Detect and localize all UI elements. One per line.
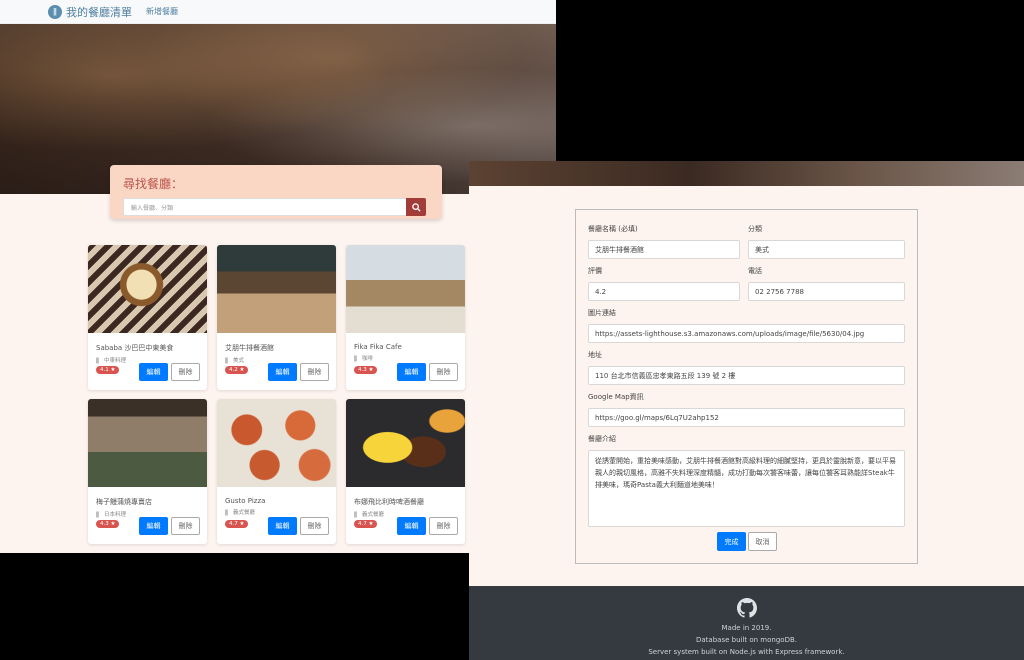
- search-panel: 尋找餐廳： 輸入餐廳、分類: [110, 165, 442, 219]
- restaurant-category: 咖啡: [361, 356, 373, 362]
- utensils-icon: ǁ: [354, 354, 357, 362]
- restaurant-grid: Sababa 沙巴巴中東美食 ǁ 中東料理 4.1 ★ 編輯 刪除 艾朋牛排餐酒館…: [88, 245, 465, 544]
- brand-link[interactable]: 我的餐廳清單: [66, 4, 132, 20]
- utensils-icon: ǁ: [96, 356, 99, 364]
- rating-input[interactable]: 4.2: [588, 282, 740, 301]
- restaurant-card[interactable]: 梅子鰻蒲燒專賣店 ǁ 日本料理 4.3 ★ 編輯 刪除: [88, 399, 207, 544]
- restaurant-name: Sababa 沙巴巴中東美食: [96, 344, 174, 352]
- edit-button[interactable]: 編輯: [268, 517, 297, 535]
- phone-label: 電話: [748, 267, 762, 275]
- restaurant-category: 義式餐廳: [232, 510, 255, 516]
- delete-button[interactable]: 刪除: [171, 363, 200, 381]
- category-label: 分類: [748, 225, 762, 233]
- footer-server: Server system built on Node.js with Expr…: [648, 648, 845, 656]
- delete-button[interactable]: 刪除: [300, 517, 329, 535]
- rating-badge: 4.7 ★: [225, 520, 249, 528]
- delete-button[interactable]: 刪除: [429, 363, 458, 381]
- restaurant-card[interactable]: 布娜飛比利時啤酒餐廳 ǁ 義式餐廳 4.7 ★ 編輯 刪除: [346, 399, 465, 544]
- image-url-label: 圖片連結: [588, 309, 616, 317]
- restaurant-category: 日本料理: [103, 512, 126, 518]
- submit-button[interactable]: 完成: [717, 532, 746, 551]
- category-input[interactable]: 美式: [748, 240, 905, 259]
- address-input[interactable]: 110 台北市信義區忠孝東路五段 139 號 2 樓: [588, 366, 905, 385]
- edit-button[interactable]: 編輯: [397, 363, 426, 381]
- restaurant-image[interactable]: [88, 399, 207, 487]
- footer-database: Database built on mongoDB.: [696, 636, 797, 644]
- name-input[interactable]: 艾朋牛排餐酒館: [588, 240, 740, 259]
- description-label: 餐廳介紹: [588, 435, 616, 443]
- utensils-icon: ǁ: [354, 510, 357, 518]
- restaurant-image[interactable]: [88, 245, 207, 333]
- restaurant-category: 美式: [232, 358, 244, 364]
- hero-banner-strip: [469, 161, 1024, 186]
- fork-knife-logo-icon[interactable]: ǁ: [48, 4, 62, 19]
- rating-badge: 4.1 ★: [96, 366, 120, 374]
- phone-input[interactable]: 02 2756 7788: [748, 282, 905, 301]
- google-map-label: Google Map資訊: [588, 393, 644, 401]
- github-icon[interactable]: [736, 598, 757, 618]
- description-textarea[interactable]: 從誘葷開始，重拾美味感動，艾朋牛排餐酒館對高級料理的細膩堅持，更具於靈脫新意，要…: [588, 450, 905, 527]
- rating-badge: 4.7 ★: [354, 520, 378, 528]
- address-label: 地址: [588, 351, 602, 359]
- delete-button[interactable]: 刪除: [429, 517, 458, 535]
- restaurant-name: 布娜飛比利時啤酒餐廳: [354, 498, 424, 506]
- new-restaurant-link[interactable]: 新增餐廳: [146, 6, 178, 17]
- rating-label: 評價: [588, 267, 602, 275]
- restaurant-name: Gusto Pizza: [225, 497, 266, 505]
- restaurant-image[interactable]: [346, 245, 465, 333]
- utensils-icon: ǁ: [225, 356, 228, 364]
- restaurant-image[interactable]: [217, 245, 336, 333]
- name-label: 餐廳名稱 (必填): [588, 225, 638, 233]
- delete-button[interactable]: 刪除: [171, 517, 200, 535]
- restaurant-card[interactable]: 艾朋牛排餐酒館 ǁ 美式 4.2 ★ 編輯 刪除: [217, 245, 336, 390]
- restaurant-card[interactable]: Gusto Pizza ǁ 義式餐廳 4.7 ★ 編輯 刪除: [217, 399, 336, 544]
- restaurant-card[interactable]: Fika Fika Cafe ǁ 咖啡 4.3 ★ 編輯 刪除: [346, 245, 465, 390]
- restaurant-name: Fika Fika Cafe: [354, 343, 402, 351]
- search-button[interactable]: [406, 198, 426, 216]
- edit-restaurant-window: 餐廳名稱 (必填) 艾朋牛排餐酒館 分類 美式 評價 4.2 電話 02 275…: [469, 161, 1024, 660]
- restaurant-category: 義式餐廳: [361, 512, 384, 518]
- restaurant-image[interactable]: [217, 399, 336, 487]
- edit-button[interactable]: 編輯: [139, 517, 168, 535]
- rating-badge: 4.2 ★: [225, 366, 249, 374]
- delete-button[interactable]: 刪除: [300, 363, 329, 381]
- restaurant-category: 中東料理: [103, 358, 126, 364]
- utensils-icon: ǁ: [96, 510, 99, 518]
- edit-button[interactable]: 編輯: [397, 517, 426, 535]
- restaurant-name: 艾朋牛排餐酒館: [225, 344, 274, 352]
- restaurant-name: 梅子鰻蒲燒專賣店: [96, 498, 152, 506]
- search-icon: [411, 202, 421, 212]
- restaurant-image[interactable]: [346, 399, 465, 487]
- navbar: ǁ 我的餐廳清單 新增餐廳: [0, 0, 556, 24]
- cancel-button[interactable]: 取消: [748, 532, 777, 551]
- footer-made-in: Made in 2019.: [721, 624, 772, 632]
- edit-form: 餐廳名稱 (必填) 艾朋牛排餐酒館 分類 美式 評價 4.2 電話 02 275…: [575, 209, 918, 564]
- footer: Made in 2019. Database built on mongoDB.…: [469, 586, 1024, 660]
- image-url-input[interactable]: https://assets-lighthouse.s3.amazonaws.c…: [588, 324, 905, 343]
- edit-button[interactable]: 編輯: [268, 363, 297, 381]
- search-title: 尋找餐廳：: [123, 177, 184, 191]
- utensils-icon: ǁ: [225, 508, 228, 516]
- rating-badge: 4.3 ★: [96, 520, 120, 528]
- edit-button[interactable]: 編輯: [139, 363, 168, 381]
- search-input[interactable]: 輸入餐廳、分類: [123, 198, 406, 216]
- rating-badge: 4.3 ★: [354, 366, 378, 374]
- google-map-input[interactable]: https://goo.gl/maps/6Lq7U2ahp152: [588, 408, 905, 427]
- restaurant-card[interactable]: Sababa 沙巴巴中東美食 ǁ 中東料理 4.1 ★ 編輯 刪除: [88, 245, 207, 390]
